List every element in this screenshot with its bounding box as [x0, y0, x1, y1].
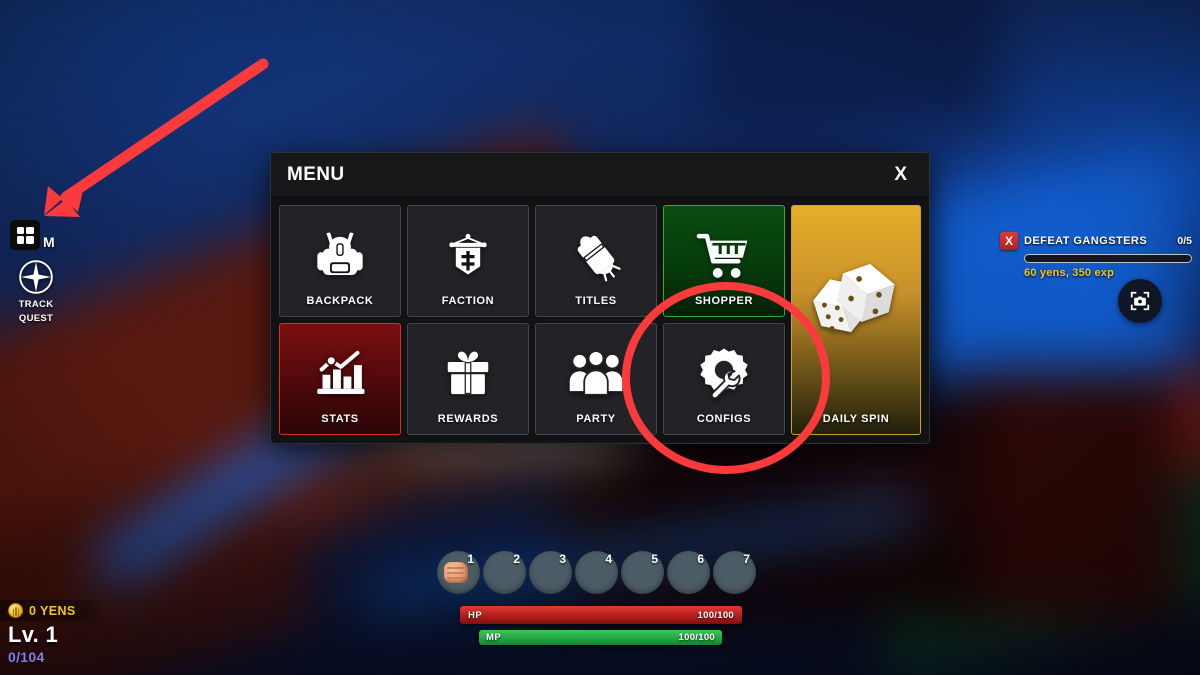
menu-panel-title: MENU: [287, 163, 345, 185]
hotbar-slot-number: 7: [743, 552, 750, 566]
health-bar-label: HP: [468, 609, 483, 621]
hotbar-slot-7[interactable]: 7: [713, 551, 756, 594]
level-label: Lv. 1: [8, 622, 59, 647]
hotbar-slot-4[interactable]: 4: [575, 551, 618, 594]
menu-tile-configs[interactable]: CONFIGS: [663, 323, 785, 435]
backpack-icon: [280, 206, 400, 295]
currency-display: 0 YENS: [0, 600, 104, 621]
compass-icon: [19, 260, 53, 294]
menu-tile-label: TITLES: [575, 295, 617, 307]
hotbar-slot-number: 2: [513, 552, 520, 566]
hotbar-slot-6[interactable]: 6: [667, 551, 710, 594]
coin-icon: [8, 603, 23, 618]
bar-chart-icon: [280, 324, 400, 413]
menu-tile-label: FACTION: [441, 295, 495, 307]
health-bar-value: 100/100: [697, 609, 734, 621]
quest-progress-count: 0/5: [1177, 235, 1192, 247]
mana-bar: MP 100/100: [479, 630, 722, 645]
quest-reward-text: 60 yens, 350 exp: [1024, 267, 1115, 279]
menu-panel-header: MENU X: [271, 153, 929, 197]
menu-tile-label: REWARDS: [437, 413, 499, 425]
hotbar-slot-3[interactable]: 3: [529, 551, 572, 594]
hotbar: 1 2 3 4 5 6 7: [437, 551, 756, 594]
hotbar-slot-5[interactable]: 5: [621, 551, 664, 594]
menu-tile-label: SHOPPER: [695, 295, 753, 307]
level-display: Lv. 1 0/104: [8, 622, 58, 666]
menu-tile-label: BACKPACK: [306, 295, 374, 307]
track-quest-label-line2: QUEST: [18, 313, 54, 324]
dice-icon: [804, 206, 908, 413]
track-quest-button[interactable]: TRACK QUEST: [6, 258, 66, 324]
menu-tile-titles[interactable]: TITLES: [535, 205, 657, 317]
menu-tile-grid: BACKPACK FACTION TITLES SHOPPER STATS RE…: [279, 205, 785, 435]
menu-tile-rewards[interactable]: REWARDS: [407, 323, 529, 435]
menu-tile-stats[interactable]: STATS: [279, 323, 401, 435]
menu-tile-faction[interactable]: FACTION: [407, 205, 529, 317]
hotbar-slot-number: 1: [467, 552, 474, 566]
menu-keybind-label: M: [43, 234, 55, 250]
menu-tile-backpack[interactable]: BACKPACK: [279, 205, 401, 317]
mana-bar-label: MP: [486, 632, 502, 643]
menu-button[interactable]: M: [10, 220, 120, 250]
menu-tile-shopper[interactable]: SHOPPER: [663, 205, 785, 317]
menu-panel: MENU X BACKPACK FACTION TITLES SHOPPER S…: [270, 152, 930, 444]
scroll-icon: [536, 206, 656, 295]
menu-tile-daily-spin[interactable]: DAILY SPIN: [791, 205, 921, 435]
fist-item-icon: [444, 562, 468, 583]
hotbar-slot-1[interactable]: 1: [437, 551, 480, 594]
hotbar-slot-number: 6: [697, 552, 704, 566]
hotbar-slot-2[interactable]: 2: [483, 551, 526, 594]
close-icon[interactable]: X: [888, 163, 913, 186]
menu-panel-body: BACKPACK FACTION TITLES SHOPPER STATS RE…: [271, 197, 929, 443]
mana-bar-value: 100/100: [678, 632, 715, 643]
people-group-icon: [536, 324, 656, 413]
menu-tile-label: STATS: [321, 413, 359, 425]
hotbar-slot-number: 4: [605, 552, 612, 566]
hotbar-slot-number: 3: [559, 552, 566, 566]
health-bar: HP 100/100: [460, 606, 742, 624]
quest-tracker[interactable]: X DEFEAT GANGSTERS 0/5 60 yens, 350 exp: [1000, 232, 1192, 279]
experience-label: 0/104: [8, 649, 45, 665]
camera-icon: [1130, 291, 1150, 311]
yens-amount: 0 YENS: [29, 603, 76, 618]
track-quest-label-line1: TRACK: [18, 299, 54, 310]
shopping-cart-icon: [664, 206, 784, 295]
menu-tile-label: PARTY: [576, 413, 616, 425]
gear-wrench-icon: [664, 324, 784, 413]
quest-progress-bar: [1024, 254, 1192, 263]
menu-tile-party[interactable]: PARTY: [535, 323, 657, 435]
gift-icon: [408, 324, 528, 413]
menu-tile-label: DAILY SPIN: [822, 413, 890, 425]
hotbar-slot-number: 5: [651, 552, 658, 566]
grid-2x2-icon[interactable]: [10, 220, 40, 250]
banner-icon: [408, 206, 528, 295]
quest-title: DEFEAT GANGSTERS: [1024, 235, 1148, 247]
menu-tile-label: CONFIGS: [696, 413, 752, 425]
quest-abandon-badge[interactable]: X: [1000, 232, 1018, 250]
screenshot-button[interactable]: [1118, 279, 1162, 323]
